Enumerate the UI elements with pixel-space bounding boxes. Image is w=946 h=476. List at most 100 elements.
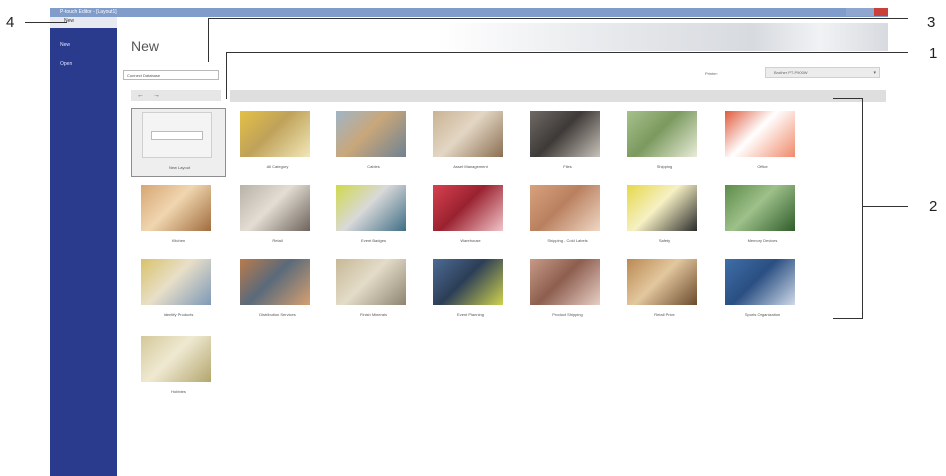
template-tile[interactable]: Hobbies <box>131 333 226 402</box>
template-tile[interactable]: Distribution Services <box>230 256 325 325</box>
template-label: Sports Organization <box>744 312 781 317</box>
template-tile[interactable]: Event Badges <box>326 182 421 251</box>
callout-line-3 <box>208 18 908 19</box>
template-tile[interactable]: Files <box>520 108 615 177</box>
template-tile[interactable]: Product Shipping <box>520 256 615 325</box>
template-tile[interactable]: Shipping - Cold Labels <box>520 182 615 251</box>
header-banner <box>437 23 888 51</box>
template-label: All Category <box>266 164 289 169</box>
close-button[interactable] <box>874 8 888 16</box>
connect-database-option[interactable]: Connect Database <box>123 70 219 80</box>
template-label: Memory Devices <box>747 238 778 243</box>
template-tile[interactable]: Kitchen <box>131 182 226 251</box>
sidebar-item-new[interactable]: New <box>60 42 70 48</box>
template-tile[interactable]: Sports Organization <box>715 256 810 325</box>
template-tile[interactable]: Office <box>715 108 810 177</box>
template-thumbnail-image <box>433 185 503 231</box>
template-thumbnail-image <box>240 111 310 157</box>
template-tile[interactable]: Memory Devices <box>715 182 810 251</box>
template-thumbnail-image <box>725 185 795 231</box>
callout-line-4 <box>25 22 67 23</box>
template-tile[interactable]: Shipping <box>617 108 712 177</box>
template-thumbnail-image <box>627 111 697 157</box>
template-thumbnail-image <box>433 259 503 305</box>
window-title: P-touch Editor - [Layout1] <box>60 9 117 15</box>
template-thumbnail-image <box>240 185 310 231</box>
template-label: Shipping <box>656 164 673 169</box>
sidebar: New New Open <box>50 17 117 476</box>
template-thumbnail-image <box>336 185 406 231</box>
template-tile[interactable]: Identify Products <box>131 256 226 325</box>
template-label: Kitchen <box>171 238 186 243</box>
chevron-down-icon: ▾ <box>873 70 876 76</box>
template-tile[interactable]: Finish Minerals <box>326 256 421 325</box>
template-label: Event Planning <box>457 312 484 317</box>
template-label: Warehouse <box>460 238 481 243</box>
template-label: Office <box>757 164 768 169</box>
template-label: New Layout <box>168 165 191 170</box>
template-tile[interactable]: Retail <box>230 182 325 251</box>
title-bar: P-touch Editor - [Layout1] <box>50 8 888 17</box>
printer-label: Printer: <box>705 71 718 76</box>
new-layout-preview-bar <box>151 131 203 140</box>
callout-number-3: 3 <box>927 14 936 31</box>
sidebar-header-label: New <box>64 18 75 24</box>
template-thumbnail-image <box>530 185 600 231</box>
template-tile[interactable]: Event Planning <box>423 256 518 325</box>
template-tile[interactable]: Asset Management <box>423 108 518 177</box>
callout-number-4: 4 <box>6 14 15 31</box>
callout-line-1 <box>226 52 908 53</box>
template-label: Finish Minerals <box>360 312 387 317</box>
template-thumbnail-image <box>336 259 406 305</box>
template-thumbnail-image <box>627 185 697 231</box>
template-thumbnail-image <box>725 111 795 157</box>
callout-line-1-drop <box>226 52 227 99</box>
template-thumbnail-image <box>141 185 211 231</box>
callout-line-3-drop <box>208 18 209 62</box>
template-label: Retail Price <box>654 312 675 317</box>
template-thumbnail-image <box>530 259 600 305</box>
callout-number-1: 1 <box>929 45 938 62</box>
main-panel: New Connect Database Printer: Brother PT… <box>117 17 888 476</box>
template-label: Files <box>563 164 572 169</box>
callout-bracket-side <box>862 98 863 318</box>
nav-toolbar: ← → <box>131 90 221 101</box>
callout-bracket-top <box>833 98 863 99</box>
template-thumbnail-image <box>141 259 211 305</box>
printer-select-value: Brother PT-P900W <box>774 70 808 75</box>
template-thumbnail-image <box>141 336 211 382</box>
template-tile[interactable]: Retail Price <box>617 256 712 325</box>
sidebar-item-open[interactable]: Open <box>60 61 72 67</box>
template-thumbnail-image <box>530 111 600 157</box>
template-thumbnail-image <box>725 259 795 305</box>
template-thumbnail-image <box>336 111 406 157</box>
page-title: New <box>131 38 160 54</box>
template-label: Event Badges <box>361 238 386 243</box>
printer-select[interactable]: Brother PT-P900W ▾ <box>765 67 880 78</box>
template-label: Safety <box>658 238 671 243</box>
template-thumbnail-image <box>627 259 697 305</box>
template-label: Distribution Services <box>259 312 296 317</box>
template-label: Identify Products <box>163 312 194 317</box>
template-tile-new-layout[interactable]: New Layout <box>131 108 226 177</box>
back-arrow-icon[interactable]: ← <box>137 90 144 101</box>
template-tile[interactable]: Warehouse <box>423 182 518 251</box>
window-controls[interactable] <box>846 8 874 16</box>
template-label: Product Shipping <box>552 312 583 317</box>
template-tile[interactable]: Safety <box>617 182 712 251</box>
forward-arrow-icon[interactable]: → <box>153 90 160 101</box>
callout-line-2 <box>862 206 908 207</box>
callout-number-2: 2 <box>929 198 938 215</box>
template-thumbnail-image <box>433 111 503 157</box>
template-label: Retail <box>272 238 283 243</box>
template-thumbnail-image <box>240 259 310 305</box>
template-label: Hobbies <box>171 389 186 394</box>
template-label: Shipping - Cold Labels <box>547 238 588 243</box>
callout-bracket-bottom <box>833 318 863 319</box>
template-tile[interactable]: Cables <box>326 108 421 177</box>
app-window: P-touch Editor - [Layout1] New New Open … <box>50 8 888 476</box>
category-bar <box>230 90 886 102</box>
new-layout-icon <box>142 112 212 158</box>
template-label: Cables <box>367 164 380 169</box>
template-tile[interactable]: All Category <box>230 108 325 177</box>
